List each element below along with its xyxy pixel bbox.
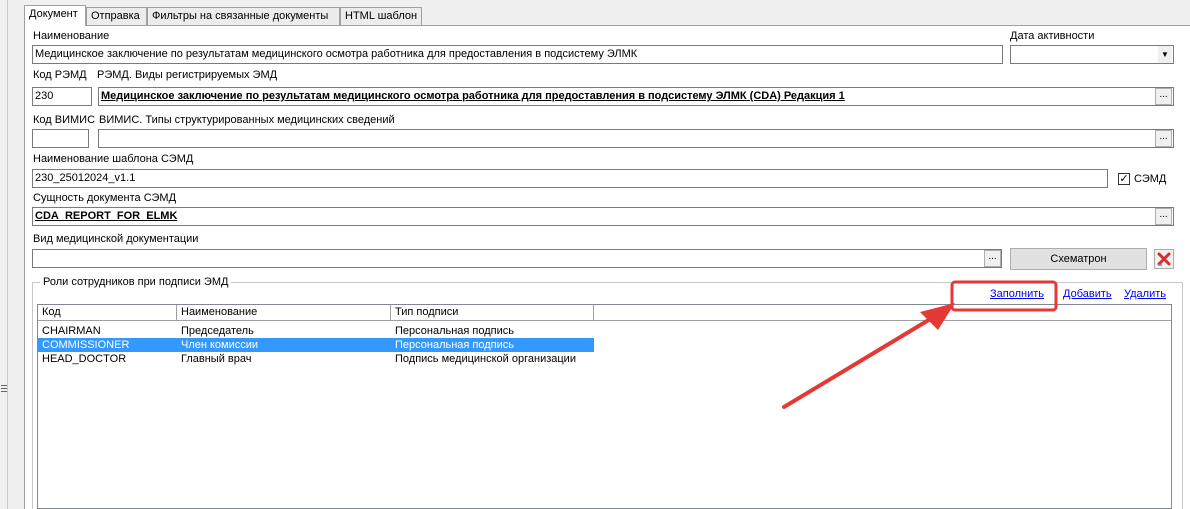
delete-link[interactable]: Удалить — [1124, 288, 1166, 301]
remd-types-label: РЭМД. Виды регистрируемых ЭМД — [97, 69, 278, 81]
roles-table-header: Код Наименование Тип подписи — [38, 305, 1171, 321]
remd-types-value: Медицинское заключение по результатам ме… — [101, 90, 845, 102]
cell-name: Член комиссии — [181, 339, 259, 351]
cell-code: COMMISSIONER — [42, 339, 130, 351]
semd-checkbox[interactable]: ✓ — [1118, 173, 1130, 185]
cell-code: HEAD_DOCTOR — [42, 353, 127, 365]
schematron-button[interactable]: Схематрон — [1010, 248, 1147, 270]
roles-group-title: Роли сотрудников при подписи ЭМД — [40, 276, 232, 289]
remd-code-label: Код РЭМД — [33, 69, 87, 81]
roles-table: Код Наименование Тип подписи CHAIRMAN Пр… — [37, 304, 1172, 509]
vimis-code-input[interactable] — [32, 129, 89, 148]
activity-date-select[interactable]: ▼ — [1010, 45, 1174, 64]
cell-name: Главный врач — [181, 353, 252, 365]
delete-x-icon — [1157, 252, 1171, 266]
cell-sign-type: Персональная подпись — [395, 339, 515, 351]
column-header-code[interactable]: Код — [38, 305, 177, 321]
name-label: Наименование — [33, 30, 110, 42]
splitter-grip-icon[interactable] — [1, 383, 7, 394]
semd-entity-value: CDA_REPORT_FOR_ELMK — [35, 210, 178, 222]
semd-entity-browse-button[interactable]: ... — [1155, 208, 1172, 225]
table-row[interactable]: CHAIRMAN Председатель Персональная подпи… — [38, 324, 594, 338]
table-row[interactable]: HEAD_DOCTOR Главный врач Подпись медицин… — [38, 352, 594, 366]
med-doc-type-input[interactable] — [32, 249, 1002, 268]
left-splitter[interactable] — [0, 0, 8, 509]
cell-sign-type: Персональная подпись — [395, 325, 515, 337]
name-input[interactable]: Медицинское заключение по результатам ме… — [32, 45, 1003, 64]
cell-code: CHAIRMAN — [42, 325, 101, 337]
semd-template-label: Наименование шаблона СЭМД — [33, 153, 194, 165]
table-row[interactable]: COMMISSIONER Член комиссии Персональная … — [38, 338, 594, 352]
vimis-types-label: ВИМИС. Типы структурированных медицински… — [99, 114, 395, 126]
cell-sign-type: Подпись медицинской организации — [395, 353, 576, 365]
tab-sending[interactable]: Отправка — [86, 7, 147, 25]
med-doc-type-label: Вид медицинской документации — [33, 233, 199, 245]
column-header-sign-type[interactable]: Тип подписи — [391, 305, 594, 321]
semd-checkbox-label: СЭМД — [1134, 173, 1167, 185]
check-icon: ✓ — [1119, 173, 1129, 185]
semd-entity-label: Сущность документа СЭМД — [33, 192, 177, 204]
tab-html-template[interactable]: HTML шаблон — [340, 7, 422, 25]
semd-entity-input[interactable]: CDA_REPORT_FOR_ELMK — [32, 207, 1174, 226]
cell-name: Председатель — [181, 325, 254, 337]
add-link[interactable]: Добавить — [1063, 288, 1112, 301]
activity-date-label: Дата активности — [1010, 30, 1095, 42]
med-doc-type-browse-button[interactable]: ... — [984, 250, 1001, 267]
vimis-browse-button[interactable]: ... — [1155, 130, 1172, 147]
remd-code-input[interactable]: 230 — [32, 87, 92, 106]
remd-browse-button[interactable]: ... — [1155, 88, 1172, 105]
column-header-name[interactable]: Наименование — [177, 305, 391, 321]
remd-types-input[interactable]: Медицинское заключение по результатам ме… — [98, 87, 1174, 106]
tab-document[interactable]: Документ — [24, 5, 86, 26]
vimis-code-label: Код ВИМИС — [33, 114, 96, 126]
fill-link[interactable]: Заполнить — [990, 288, 1044, 301]
delete-button[interactable] — [1154, 249, 1174, 269]
semd-template-input[interactable]: 230_25012024_v1.1 — [32, 169, 1108, 188]
tab-linked-filters[interactable]: Фильтры на связанные документы — [147, 7, 340, 25]
vimis-types-input[interactable] — [98, 129, 1174, 148]
chevron-down-icon[interactable]: ▼ — [1158, 46, 1172, 63]
column-header-filler — [594, 305, 1171, 321]
